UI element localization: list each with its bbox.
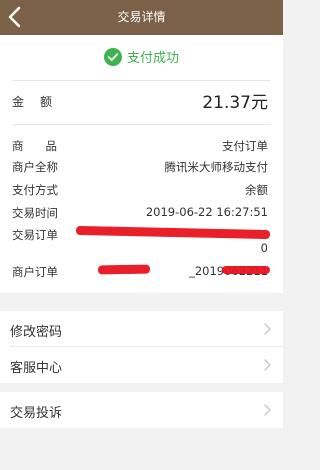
redaction-mark <box>222 266 270 274</box>
navbar: 交易详情 <box>0 0 283 35</box>
order-value-tail: 0 <box>260 241 268 255</box>
chevron-right-icon <box>264 323 271 335</box>
order-label: 交易订单 <box>12 228 58 242</box>
check-circle-icon <box>103 47 122 66</box>
divider <box>12 124 271 125</box>
product-value: 支付订单 <box>222 139 268 153</box>
merchant-value: 腾讯米大师移动支付 <box>164 160 269 174</box>
complaint-label: 交易投诉 <box>10 406 63 421</box>
product-label: 商品 <box>12 139 79 153</box>
merchant-order-label: 商户订单 <box>12 265 58 279</box>
merchant-label: 商户全称 <box>12 160 58 174</box>
pay-method-value: 余额 <box>245 183 268 197</box>
amount-value: 21.37元 <box>202 93 268 113</box>
customer-service-item[interactable]: 客服中心 <box>0 347 283 383</box>
customer-service-label: 客服中心 <box>10 361 63 376</box>
status-text: 支付成功 <box>126 51 179 66</box>
time-label: 交易时间 <box>12 206 58 220</box>
chevron-right-icon <box>264 359 271 371</box>
redaction-mark <box>75 225 271 240</box>
change-password-label: 修改密码 <box>10 325 63 340</box>
payment-status: 支付成功 <box>0 47 283 69</box>
complaint-menu: 交易投诉 <box>0 392 283 428</box>
complaint-item[interactable]: 交易投诉 <box>0 392 283 428</box>
pay-method-label: 支付方式 <box>12 183 58 197</box>
change-password-item[interactable]: 修改密码 <box>0 311 283 347</box>
time-value: 2019-06-22 16:27:51 <box>145 205 268 219</box>
transaction-card: 支付成功 金额 21.37元 商品 支付订单 商户全称 腾讯米大师移动支付 支付… <box>0 35 283 293</box>
redaction-mark <box>97 264 151 275</box>
amount-label: 金额 <box>12 95 69 109</box>
divider <box>12 80 271 81</box>
page-title: 交易详情 <box>117 10 166 24</box>
account-menu: 修改密码 客服中心 <box>0 311 283 383</box>
chevron-right-icon <box>264 404 271 416</box>
